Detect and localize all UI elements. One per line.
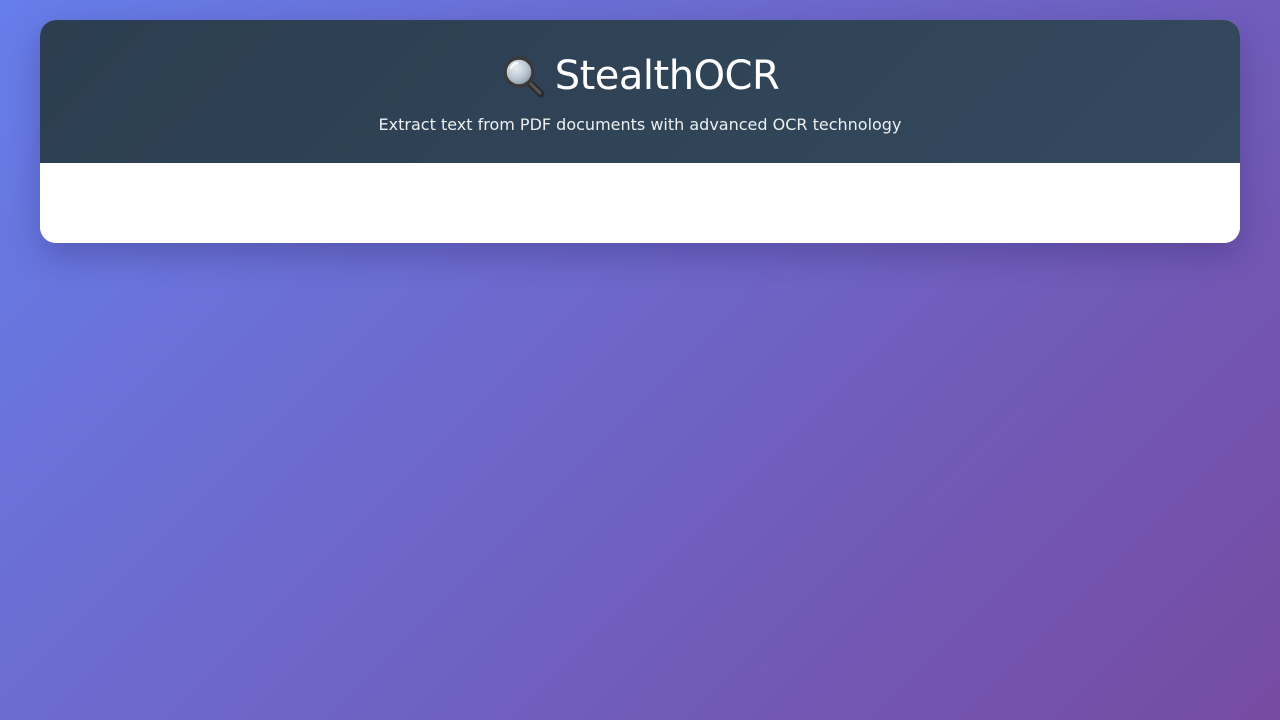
app-header: StealthOCR Extract text from PDF documen…: [40, 20, 1240, 163]
app-body: [40, 163, 1240, 243]
app-title: StealthOCR: [554, 53, 780, 99]
app-card: StealthOCR Extract text from PDF documen…: [40, 20, 1240, 243]
app-subtitle: Extract text from PDF documents with adv…: [378, 115, 902, 134]
title-row: StealthOCR: [40, 52, 1240, 100]
search-icon: [501, 54, 545, 98]
